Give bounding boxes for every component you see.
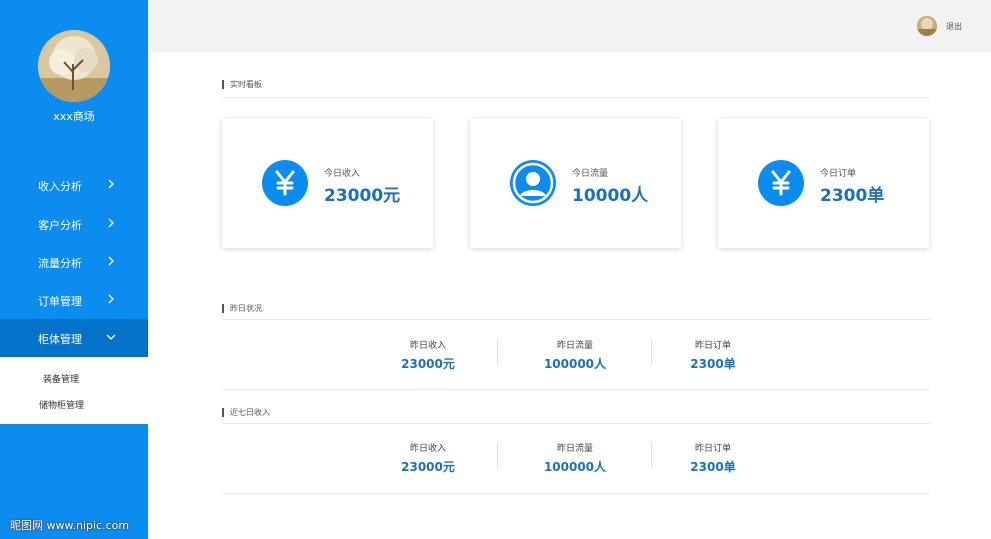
store-avatar: [38, 30, 110, 102]
divider: [222, 97, 931, 98]
seven-days-income-stat: 昨日收入 23000元: [368, 441, 488, 475]
divider: [222, 493, 931, 494]
sidebar-item-customer-analysis[interactable]: 客户分析: [0, 205, 148, 243]
submenu-item-equipment-management[interactable]: 装备管理: [43, 372, 79, 385]
stat-caption: 昨日收入: [409, 341, 446, 351]
sidebar-item-label: 柜体管理: [38, 333, 82, 346]
top-bar: [148, 0, 991, 52]
divider: [651, 339, 652, 365]
stat-caption: 昨日收入: [409, 444, 446, 454]
sidebar-item-cabinet-management[interactable]: 柜体管理: [0, 319, 148, 357]
logout-link[interactable]: 退出: [946, 21, 962, 32]
divider: [222, 423, 931, 424]
card-caption: 今日流量: [572, 169, 609, 179]
yesterday-orders-stat: 昨日订单 2300单: [653, 338, 773, 372]
card-caption: 今日收入: [324, 169, 361, 179]
store-name: xxx商场: [53, 110, 95, 123]
stat-value: 100000人: [543, 357, 607, 371]
stat-value: 23000元: [401, 357, 455, 371]
card-value: 23000元: [324, 186, 401, 206]
yen-icon: [262, 160, 308, 206]
divider: [497, 339, 498, 365]
chevron-down-icon: [106, 334, 116, 340]
sidebar-item-label: 收入分析: [38, 180, 82, 193]
seven-days-orders-stat: 昨日订单 2300单: [653, 441, 773, 475]
chevron-right-icon: [108, 294, 114, 304]
stat-caption: 昨日订单: [694, 444, 731, 454]
sidebar-item-order-management[interactable]: 订单管理: [0, 281, 148, 319]
chevron-right-icon: [108, 179, 114, 189]
stat-value: 100000人: [543, 460, 607, 474]
stat-value: 2300单: [690, 460, 736, 474]
submenu-item-locker-management[interactable]: 储物柜管理: [39, 398, 84, 411]
sidebar-item-label: 客户分析: [38, 219, 82, 232]
realtime-section-title: 实时看板: [222, 79, 262, 90]
sidebar-item-income-analysis[interactable]: 收入分析: [0, 166, 148, 204]
card-value: 10000人: [572, 186, 649, 206]
divider: [222, 319, 931, 320]
today-orders-card: 今日订单 2300单: [718, 118, 929, 248]
divider: [651, 442, 652, 468]
divider: [222, 389, 931, 390]
today-income-card: 今日收入 23000元: [222, 118, 433, 248]
user-avatar[interactable]: [917, 16, 937, 36]
yesterday-traffic-stat: 昨日流量 100000人: [515, 338, 635, 372]
divider: [497, 442, 498, 468]
sidebar-item-label: 订单管理: [38, 295, 82, 308]
chevron-right-icon: [108, 218, 114, 228]
card-caption: 今日订单: [820, 169, 857, 179]
yesterday-section-title: 昨日状况: [222, 303, 262, 314]
yen-icon: [758, 160, 804, 206]
card-value: 2300单: [820, 186, 885, 206]
seven-days-section-title: 近七日收入: [222, 407, 270, 418]
stat-caption: 昨日订单: [694, 341, 731, 351]
cabinet-submenu: 装备管理 储物柜管理: [0, 357, 148, 424]
watermark: 昵图网 www.nipic.com: [10, 519, 130, 532]
user-icon: [510, 160, 556, 206]
stat-caption: 昨日流量: [556, 341, 593, 351]
sidebar-item-traffic-analysis[interactable]: 流量分析: [0, 243, 148, 281]
sidebar-item-label: 流量分析: [38, 257, 82, 270]
stat-value: 2300单: [690, 357, 736, 371]
yesterday-income-stat: 昨日收入 23000元: [368, 338, 488, 372]
stat-value: 23000元: [401, 460, 455, 474]
today-traffic-card: 今日流量 10000人: [470, 118, 681, 248]
sidebar: xxx商场 收入分析 客户分析 流量分析 订单管理 柜体管理 装备管理 储物柜管…: [0, 0, 148, 539]
seven-days-traffic-stat: 昨日流量 100000人: [515, 441, 635, 475]
chevron-right-icon: [108, 256, 114, 266]
stat-caption: 昨日流量: [556, 444, 593, 454]
